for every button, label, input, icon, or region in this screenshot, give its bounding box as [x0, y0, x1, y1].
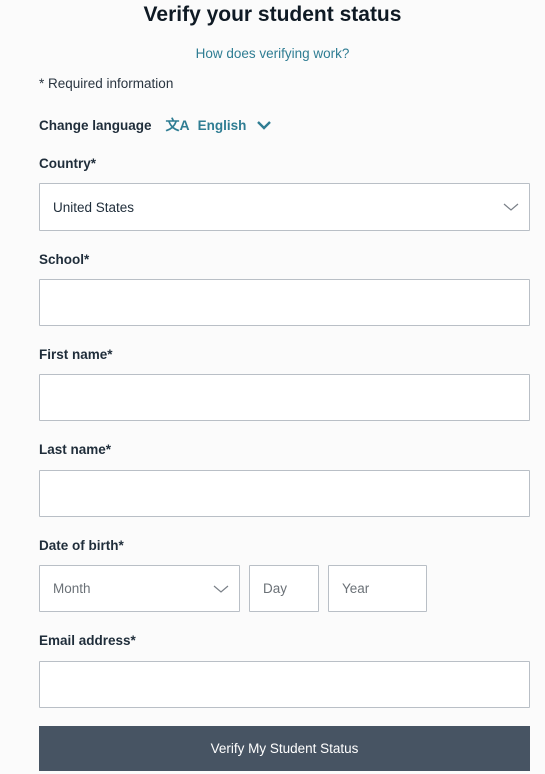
first-name-input[interactable] — [40, 375, 529, 420]
first-name-input-box — [39, 374, 530, 421]
date-of-birth-label: Date of birth* — [39, 538, 124, 553]
how-verifying-works-link[interactable]: How does verifying work? — [0, 46, 545, 61]
translate-icon: 文A — [165, 117, 190, 133]
first-name-label: First name* — [39, 347, 113, 362]
school-label: School* — [39, 252, 90, 267]
last-name-input-box — [39, 470, 530, 517]
last-name-label: Last name* — [39, 442, 112, 457]
dob-year-input[interactable] — [329, 566, 426, 611]
dob-day-input-box — [249, 565, 319, 612]
page-title: Verify your student status — [143, 3, 402, 26]
email-input-box — [39, 661, 530, 708]
dob-month-placeholder: Month — [53, 581, 91, 596]
country-label: Country* — [39, 156, 96, 171]
change-language-label: Change language — [39, 117, 152, 133]
chevron-down-icon — [503, 202, 519, 212]
country-select[interactable]: United States — [39, 183, 530, 231]
language-row: Change language 文A English — [39, 116, 272, 134]
school-input-box — [39, 279, 530, 326]
country-value: United States — [53, 199, 135, 215]
language-value: English — [197, 117, 247, 133]
chevron-down-icon — [256, 119, 272, 131]
chevron-down-icon — [213, 584, 229, 594]
email-input[interactable] — [40, 662, 529, 707]
dob-day-input[interactable] — [250, 566, 318, 611]
student-verification-form: Verify your student status How does veri… — [0, 0, 545, 774]
dob-month-select[interactable]: Month — [39, 565, 240, 612]
language-selector[interactable]: 文A English — [166, 115, 273, 135]
verify-student-status-button[interactable]: Verify My Student Status — [39, 726, 530, 771]
last-name-input[interactable] — [40, 471, 529, 516]
required-info-note: * Required information — [39, 76, 174, 91]
school-input[interactable] — [40, 280, 529, 325]
dob-year-input-box — [328, 565, 427, 612]
email-label: Email address* — [39, 633, 136, 648]
